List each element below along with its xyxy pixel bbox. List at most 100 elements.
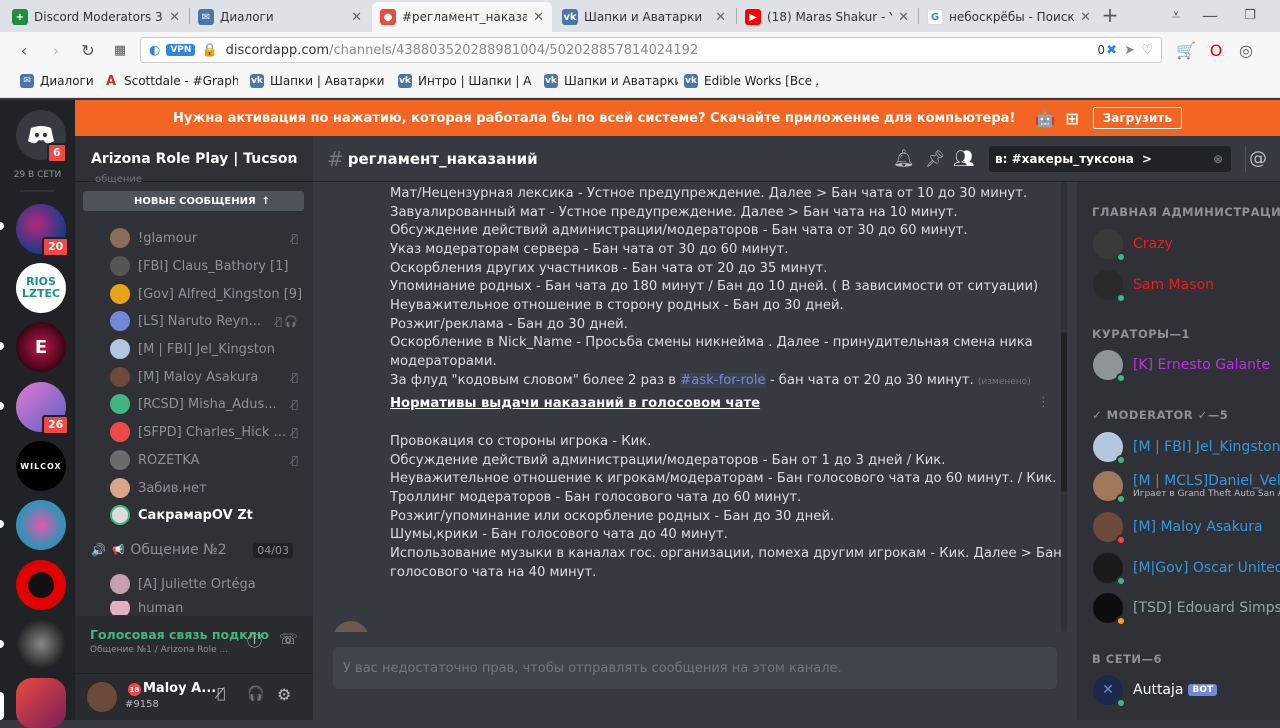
search-input[interactable]: в: #хакеры_туксона > ⊗: [989, 146, 1231, 172]
activity-status: Играет в Grand Theft Auto San A: [1133, 489, 1280, 499]
voice-user[interactable]: [SFPD] Charles_Hick ... 🎙̸: [110, 421, 310, 443]
voice-user[interactable]: !glamour 🎙̸: [110, 227, 310, 249]
browser-tab[interactable]: ✉ Диалоги ✕: [190, 2, 370, 32]
member-item[interactable]: ✕ Auttaja BOT: [1093, 670, 1218, 710]
server-icon[interactable]: [16, 619, 66, 669]
site-info-icon[interactable]: ◐: [149, 43, 160, 58]
discord-icon: ●: [380, 9, 396, 25]
avatar: [1093, 270, 1126, 303]
member-item[interactable]: [M] Maloy Asakura: [1093, 507, 1263, 547]
section-title: Нормативы выдачи наказаний в голосовом ч…: [390, 396, 761, 411]
muted-mic-icon[interactable]: 🎙̸: [217, 686, 225, 702]
settings-gear-icon[interactable]: ⚙: [277, 685, 291, 704]
minimize-button[interactable]: —: [1200, 5, 1220, 25]
close-tab-icon[interactable]: ✕: [533, 10, 544, 25]
voice-user[interactable]: [M | FBI] Jel_Kingston: [110, 338, 310, 360]
new-tab-button[interactable]: +: [1100, 3, 1120, 27]
muted-mic-icon: 🎙̸: [291, 370, 298, 384]
back-button[interactable]: ‹: [14, 40, 34, 60]
voice-user[interactable]: [LS] Naruto Reyn... 🎙̸ 🎧: [110, 310, 310, 332]
cart-icon[interactable]: 🛒: [1176, 40, 1196, 60]
headphones-icon[interactable]: 🎧: [247, 686, 264, 702]
reload-button[interactable]: ↻: [78, 40, 98, 60]
member-item[interactable]: Sam Mason: [1093, 265, 1214, 305]
member-item[interactable]: Crazy: [1093, 224, 1173, 264]
member-item[interactable]: [TSD] Edouard Simpso: [1093, 588, 1280, 628]
windows-icon[interactable]: ⊞: [1065, 109, 1078, 128]
pin-icon[interactable]: 📌︎: [925, 149, 945, 168]
voice-channel-path[interactable]: Общение №1 / Arizona Role ...: [90, 645, 228, 655]
speed-dial-icon[interactable]: ▦: [110, 40, 130, 60]
member-item[interactable]: [M | FBI] Jel_Kingston: [1093, 427, 1280, 467]
voice-user[interactable]: [RCSD] Misha_Adus... 🎙̸: [110, 393, 310, 415]
adblock-counter[interactable]: 0: [1097, 43, 1105, 57]
voice-user[interactable]: [A] Juliette Ortéga: [110, 573, 310, 595]
new-messages-bar[interactable]: НОВЫЕ СООБЩЕНИЯ ↑: [83, 191, 304, 211]
muted-mic-icon: 🎙̸: [275, 314, 282, 328]
server-icon[interactable]: [16, 500, 66, 550]
more-options-icon[interactable]: ⋮: [1037, 395, 1050, 410]
bookmark-item[interactable]: vk Шапки и Аватарки: [544, 74, 678, 88]
scrollbar-thumb[interactable]: [1061, 332, 1067, 492]
server-icon[interactable]: WILCOX: [16, 441, 66, 491]
adblock-icon[interactable]: ✖: [1106, 43, 1117, 58]
server-icon[interactable]: [16, 678, 66, 728]
voice-channel-2[interactable]: 🔊 📢 Общение №2 04/03: [91, 542, 301, 558]
member-item[interactable]: [M|Gov] Oscar United: [1093, 548, 1280, 588]
android-icon[interactable]: 🤖: [1035, 109, 1055, 128]
close-tab-icon[interactable]: ✕: [715, 10, 726, 25]
voice-user[interactable]: ROZETKA 🎙̸: [110, 449, 310, 471]
info-icon[interactable]: ⓘ: [247, 630, 262, 651]
server-icon[interactable]: E: [16, 322, 66, 372]
channel-mention[interactable]: #ask-for-role: [680, 373, 766, 388]
voice-user[interactable]: [M] Maloy Asakura 🎙̸: [110, 366, 310, 388]
voice-user[interactable]: human: [110, 601, 310, 615]
message-line: Завуалированный мат - Устное предупрежде…: [390, 205, 958, 220]
browser-tab-active[interactable]: ● #регламент_наказаний ✕: [372, 2, 552, 32]
browser-tab[interactable]: vk Шапки и Аватарки ✕: [554, 2, 734, 32]
mentions-icon[interactable]: @: [1249, 148, 1267, 169]
opera-icon[interactable]: O: [1206, 40, 1226, 60]
account-icon[interactable]: ◎: [1236, 40, 1256, 60]
browser-tab[interactable]: G небоскрёбы - Поиск в G ✕: [919, 2, 1099, 32]
tabs-menu-icon[interactable]: ⩡: [1166, 5, 1186, 25]
bookmark-item[interactable]: ✉ Диалоги: [20, 74, 100, 88]
restore-button[interactable]: ❐: [1240, 5, 1260, 25]
browser-tab[interactable]: ▶ (18) Maras Shakur - YouT ✕: [737, 2, 917, 32]
hashtag-icon: #: [327, 146, 344, 171]
voice-user[interactable]: Забив.нет: [110, 477, 310, 499]
voice-user-speaking[interactable]: СакрамарOV Zt: [110, 504, 310, 526]
vpn-badge[interactable]: VPN: [166, 44, 196, 56]
share-icon[interactable]: ➤: [1124, 43, 1135, 58]
avatar: [110, 339, 130, 359]
server-icon[interactable]: [16, 560, 66, 610]
voice-user[interactable]: [Gov] Alfred_Kingston [9]: [110, 283, 310, 305]
url-domain: discordapp.com: [225, 42, 330, 58]
browser-tab[interactable]: + Discord Moderators 3.0 ✕: [4, 2, 188, 32]
address-bar[interactable]: ◐ VPN 🔒 discordapp.com /channels/4388035…: [140, 37, 1162, 63]
bookmark-item[interactable]: vkШапки | Аватарки | V: [250, 74, 384, 88]
bookmark-heart-icon[interactable]: ♡: [1141, 43, 1153, 58]
close-tab-icon[interactable]: ✕: [1080, 10, 1091, 25]
close-tab-icon[interactable]: ✕: [898, 10, 909, 25]
bookmark-item[interactable]: AScottdale - #Graphics: [104, 74, 238, 88]
avatar[interactable]: [87, 682, 117, 712]
bookmark-item[interactable]: vkEdible Works [Все для: [684, 74, 818, 88]
forward-button[interactable]: ›: [46, 40, 66, 60]
message-line: модераторами.: [390, 354, 497, 369]
close-tab-icon[interactable]: ✕: [351, 10, 362, 25]
server-icon[interactable]: RIOS LZTEC: [16, 263, 66, 313]
download-button[interactable]: Загрузить: [1092, 107, 1182, 129]
bell-icon[interactable]: 🔔︎: [893, 149, 915, 169]
close-tab-icon[interactable]: ✕: [169, 10, 180, 25]
voice-user[interactable]: [FBI] Claus_Bathory [1]: [110, 255, 310, 277]
clear-search-icon[interactable]: ⊗: [1213, 152, 1223, 166]
disconnect-icon[interactable]: ☏: [279, 630, 298, 648]
member-item[interactable]: [M | MCLS]Daniel_Vel Играет в Grand Thef…: [1093, 466, 1280, 506]
bookmark-item[interactable]: vkИнтро | Шапки | Ава: [398, 74, 532, 88]
avatar[interactable]: [333, 621, 369, 632]
member-item[interactable]: [K] Ernesto Galante: [1093, 345, 1270, 385]
message-input[interactable]: У вас недостаточно прав, чтобы отправлят…: [333, 647, 1057, 689]
members-icon[interactable]: 👥︎: [953, 149, 975, 169]
member-category: В СЕТИ—6: [1092, 652, 1163, 666]
